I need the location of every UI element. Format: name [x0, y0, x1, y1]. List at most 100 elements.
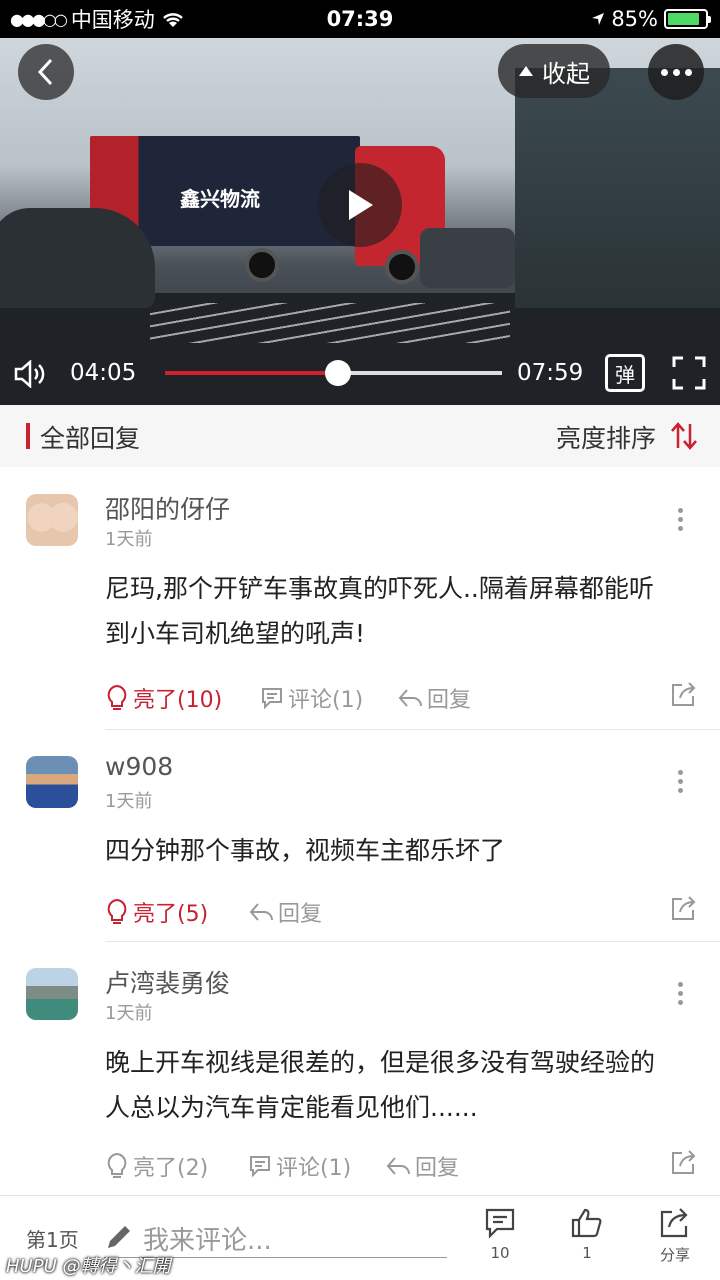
- screen: ●●●○○ 中国移动 07:39 85% 鑫兴物流 收起 04:05 07:59…: [0, 0, 720, 1280]
- battery-icon: [664, 9, 711, 29]
- avatar[interactable]: [26, 756, 78, 808]
- share-label: 分享: [659, 1246, 690, 1264]
- comment-item: w908 1天前 四分钟那个事故，视频车主都乐坏了 亮了(5) 回复: [0, 730, 720, 942]
- light-button[interactable]: 亮了(5): [105, 894, 208, 930]
- reply-count: 评论(1): [276, 1156, 352, 1181]
- comment-time: 1天前: [105, 791, 153, 812]
- comment-actions: 亮了(10) 评论(1) 回复: [105, 680, 705, 716]
- progress-bar[interactable]: [165, 360, 502, 386]
- video-car-left: [0, 208, 155, 308]
- fullscreen-icon[interactable]: [672, 356, 706, 390]
- volume-icon[interactable]: [14, 360, 48, 388]
- danmu-toggle-icon[interactable]: 弹: [605, 354, 645, 392]
- light-button[interactable]: 亮了(2): [105, 1148, 208, 1184]
- progress-thumb[interactable]: [324, 360, 351, 386]
- thumbs-up-icon: [571, 1208, 602, 1238]
- menu-dot: [678, 770, 683, 775]
- username[interactable]: 卢湾裴勇俊: [105, 964, 230, 1000]
- comment-item: 邵阳的伢仔 1天前 尼玛,那个开铲车事故真的吓死人..隔着屏幕都能听到小车司机绝…: [0, 468, 720, 730]
- comment-actions: 亮了(5) 回复: [105, 894, 705, 930]
- replies-header: 全部回复 亮度排序: [0, 405, 720, 467]
- share-icon[interactable]: [670, 1148, 698, 1176]
- total-time: 07:59: [517, 360, 584, 386]
- play-button[interactable]: [318, 163, 402, 247]
- reply-label: 回复: [427, 688, 472, 713]
- reply-label: 回复: [415, 1156, 460, 1181]
- page-indicator[interactable]: 第1页: [26, 1224, 79, 1253]
- comment-bubble-icon: [262, 688, 282, 710]
- menu-dot: [678, 526, 683, 531]
- more-dot: [660, 68, 668, 76]
- comment-reply-count-button[interactable]: 评论(1): [260, 680, 363, 716]
- more-dot: [672, 68, 680, 76]
- light-button[interactable]: 亮了(10): [105, 680, 222, 716]
- truck-logo-text: 鑫兴物流: [180, 187, 260, 211]
- reply-button[interactable]: 回复: [397, 680, 471, 716]
- comment-bubble-icon: [485, 1208, 515, 1239]
- reply-arrow-icon: [386, 1157, 410, 1175]
- battery-percent: 85%: [611, 7, 658, 31]
- comment-reply-count-button[interactable]: 评论(1): [248, 1148, 351, 1184]
- location-icon: [592, 13, 605, 25]
- video-car-middle: [420, 228, 515, 288]
- comment-text: 四分钟那个事故，视频车主都乐坏了: [105, 836, 506, 865]
- comment-text: 晚上开车视线是很差的，但是很多没有驾驶经验的人总以为汽车肯定能看见他们.....…: [105, 1048, 656, 1122]
- more-options-button[interactable]: [648, 44, 704, 100]
- bulb-icon: [107, 1152, 127, 1178]
- menu-dot: [678, 982, 683, 987]
- comment-menu-icon[interactable]: [678, 508, 683, 531]
- more-dot: [684, 68, 692, 76]
- progress-played: [165, 371, 338, 375]
- reply-arrow-icon: [398, 689, 422, 707]
- reply-button[interactable]: 回复: [248, 894, 322, 930]
- video-truck-right: [515, 68, 720, 308]
- video-wheel: [385, 250, 419, 284]
- menu-dot: [678, 1000, 683, 1005]
- reply-arrow-icon: [249, 903, 273, 921]
- comments-button[interactable]: 10: [470, 1206, 530, 1262]
- comment-menu-icon[interactable]: [678, 982, 683, 1005]
- share-icon[interactable]: [670, 680, 698, 708]
- video-controls: 04:05 07:59 弹: [0, 350, 720, 396]
- like-button[interactable]: 1: [557, 1206, 617, 1262]
- comment-actions: 亮了(2) 评论(1) 回复: [105, 1148, 705, 1184]
- comment-bubble-icon: [250, 1156, 270, 1178]
- light-count: 亮了(5): [133, 902, 209, 927]
- footer-watermark: HUPU @轉得丶汇開: [6, 1256, 171, 1277]
- bulb-icon: [107, 684, 127, 710]
- play-icon: [349, 190, 373, 220]
- username[interactable]: 邵阳的伢仔: [105, 490, 230, 526]
- avatar[interactable]: [26, 968, 78, 1020]
- sort-button[interactable]: 亮度排序: [556, 419, 656, 455]
- battery-level: [668, 13, 699, 25]
- avatar[interactable]: [26, 494, 78, 546]
- reply-count: 评论(1): [288, 688, 364, 713]
- all-replies-title: 全部回复: [40, 424, 141, 453]
- comment-time: 1天前: [105, 1003, 153, 1024]
- bulb-icon: [107, 898, 127, 924]
- section-accent-bar: [26, 423, 30, 449]
- like-count: 1: [582, 1244, 592, 1262]
- comment-text: 尼玛,那个开铲车事故真的吓死人..隔着屏幕都能听到小车司机绝望的吼声!: [105, 574, 654, 648]
- back-button[interactable]: [18, 44, 74, 100]
- menu-dot: [678, 991, 683, 996]
- video-player[interactable]: 鑫兴物流 收起 04:05 07:59 弹: [0, 38, 720, 405]
- road-markings: [150, 303, 510, 343]
- chevron-left-icon: [37, 58, 53, 86]
- comment-item: 卢湾裴勇俊 1天前 晚上开车视线是很差的，但是很多没有驾驶经验的人总以为汽车肯定…: [0, 942, 720, 1195]
- light-count: 亮了(2): [133, 1156, 209, 1181]
- pencil-icon: [108, 1226, 130, 1248]
- username[interactable]: w908: [105, 752, 173, 781]
- share-button[interactable]: 分享: [645, 1206, 705, 1265]
- comment-menu-icon[interactable]: [678, 770, 683, 793]
- triangle-up-icon: [519, 66, 533, 76]
- share-icon[interactable]: [670, 894, 698, 922]
- menu-dot: [678, 517, 683, 522]
- video-wheel: [245, 248, 279, 282]
- reply-button[interactable]: 回复: [385, 1148, 459, 1184]
- collapse-button[interactable]: 收起: [498, 44, 610, 98]
- sort-icon[interactable]: [670, 422, 698, 450]
- comment-time: 1天前: [105, 529, 153, 550]
- menu-dot: [678, 788, 683, 793]
- wifi-icon: [162, 13, 183, 27]
